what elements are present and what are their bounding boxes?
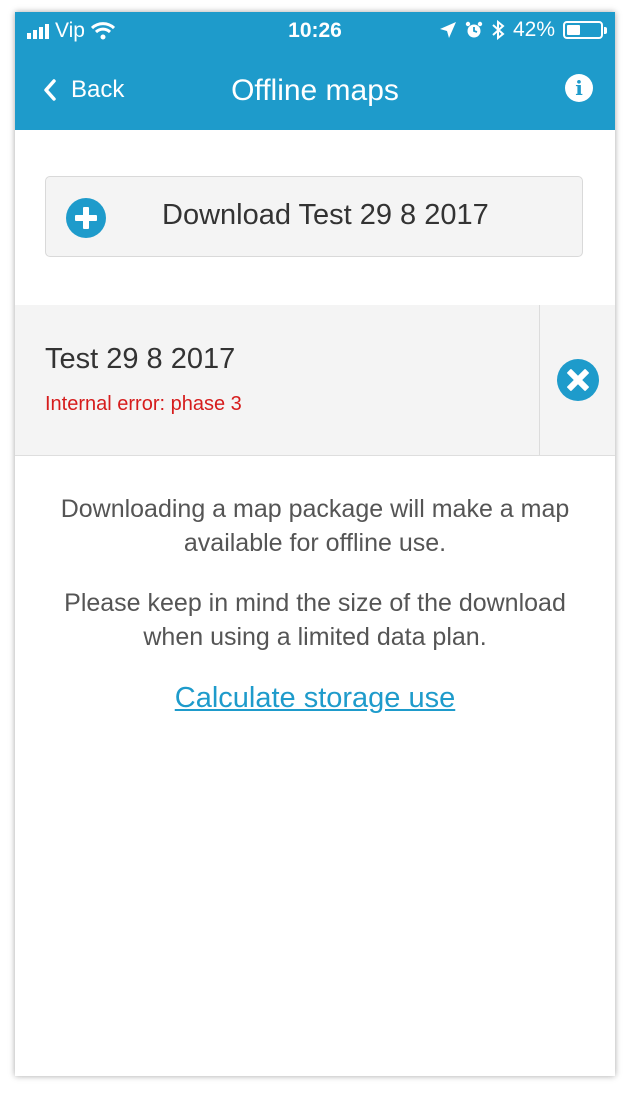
phone-screen: Vip 10:26 42% Back Offline maps i Downlo… [15, 12, 615, 1076]
info-paragraph-2: Please keep in mind the size of the down… [64, 589, 566, 651]
download-map-button[interactable]: Download Test 29 8 2017 [45, 176, 583, 257]
info-paragraph-1: Downloading a map package will make a ma… [60, 495, 570, 557]
remove-circle-icon[interactable] [557, 359, 599, 401]
top-bar: Vip 10:26 42% Back Offline maps i [15, 12, 615, 130]
map-package-item[interactable]: Test 29 8 2017 Internal error: phase 3 [15, 305, 615, 456]
status-right: 42% [439, 18, 607, 42]
bluetooth-icon [492, 20, 505, 40]
nav-bar: Back Offline maps i [15, 68, 615, 118]
map-package-error: Internal error: phase 3 [45, 393, 242, 415]
map-package-name: Test 29 8 2017 [45, 343, 236, 375]
download-button-label: Download Test 29 8 2017 [162, 199, 489, 231]
battery-percent: 42% [512, 18, 555, 41]
status-bar: Vip 10:26 42% [15, 12, 615, 50]
plus-circle-icon [66, 198, 106, 238]
page-title: Offline maps [231, 74, 399, 107]
item-divider [539, 305, 540, 455]
calculate-storage-link[interactable]: Calculate storage use [15, 682, 615, 715]
location-icon [439, 22, 456, 38]
info-icon[interactable]: i [565, 74, 593, 102]
alarm-icon [465, 21, 483, 38]
download-section: Download Test 29 8 2017 [15, 130, 615, 306]
battery-fill [567, 25, 580, 35]
battery-icon [563, 21, 607, 39]
